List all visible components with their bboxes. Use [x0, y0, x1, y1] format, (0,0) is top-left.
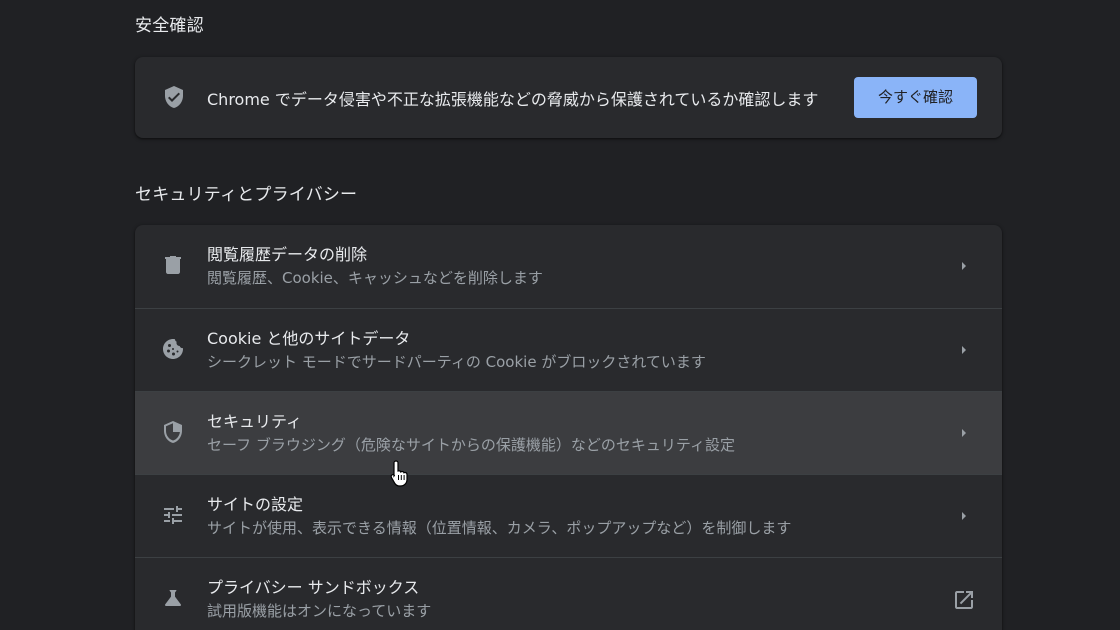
shield-check-icon [162, 85, 186, 109]
row-description: シークレット モードでサードパーティの Cookie がブロックされています [207, 353, 706, 371]
hand-cursor-icon [390, 459, 410, 487]
row-description: セーフ ブラウジング（危険なサイトからの保護機能）などのセキュリティ設定 [207, 436, 735, 454]
settings-row-security[interactable]: セキュリティ セーフ ブラウジング（危険なサイトからの保護機能）などのセキュリテ… [135, 391, 1002, 474]
chevron-right-icon [955, 257, 973, 275]
security-privacy-title: セキュリティとプライバシー [135, 185, 358, 205]
settings-row-privacy-sandbox[interactable]: プライバシー サンドボックス 試用版機能はオンになっています [135, 557, 1002, 630]
settings-page: 安全確認 Chrome でデータ侵害や不正な拡張機能などの脅威から保護されている… [0, 0, 1120, 630]
row-description: 閲覧履歴、Cookie、キャッシュなどを削除します [207, 269, 543, 287]
trash-icon [161, 253, 185, 277]
chevron-right-icon [955, 424, 973, 442]
row-label: 閲覧履歴データの削除 [207, 245, 368, 264]
row-description: サイトが使用、表示できる情報（位置情報、カメラ、ポップアップなど）を制御します [207, 519, 792, 537]
chevron-right-icon [955, 341, 973, 359]
tune-icon [161, 503, 185, 527]
row-label: セキュリティ [207, 412, 303, 431]
safety-check-card: Chrome でデータ侵害や不正な拡張機能などの脅威から保護されているか確認しま… [135, 57, 1002, 138]
settings-row-cookies[interactable]: Cookie と他のサイトデータ シークレット モードでサードパーティの Coo… [135, 308, 1002, 391]
row-label: Cookie と他のサイトデータ [207, 329, 411, 348]
row-description: 試用版機能はオンになっています [207, 602, 432, 620]
check-now-button[interactable]: 今すぐ確認 [854, 77, 977, 118]
settings-row-clear-browsing-data[interactable]: 閲覧履歴データの削除 閲覧履歴、Cookie、キャッシュなどを削除します [135, 225, 1002, 308]
security-shield-icon [161, 420, 185, 444]
safety-check-title: 安全確認 [135, 16, 204, 36]
flask-icon [161, 586, 185, 610]
row-label: プライバシー サンドボックス [207, 578, 420, 597]
chevron-right-icon [955, 507, 973, 525]
cookie-icon [161, 337, 185, 361]
settings-row-site-settings[interactable]: サイトの設定 サイトが使用、表示できる情報（位置情報、カメラ、ポップアップなど）… [135, 474, 1002, 557]
security-privacy-card: 閲覧履歴データの削除 閲覧履歴、Cookie、キャッシュなどを削除します Coo… [135, 225, 1002, 630]
open-in-new-icon [952, 588, 976, 612]
safety-check-description: Chrome でデータ侵害や不正な拡張機能などの脅威から保護されているか確認しま… [207, 90, 819, 109]
row-label: サイトの設定 [207, 495, 304, 514]
